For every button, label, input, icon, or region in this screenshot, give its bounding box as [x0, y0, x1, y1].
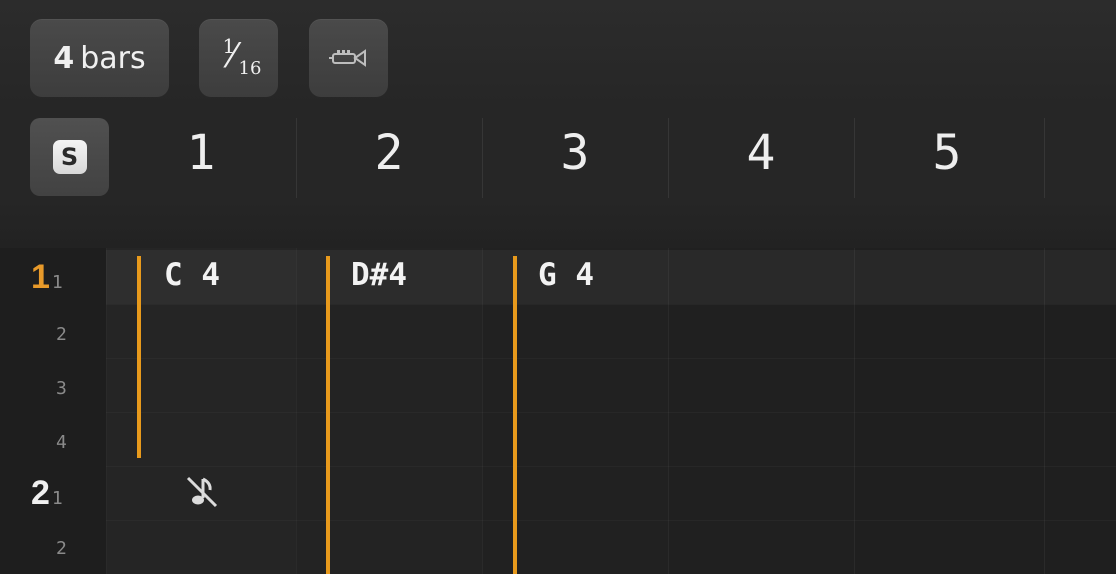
note-c4[interactable]: C 4	[164, 257, 220, 293]
note-duration-d-sharp-4[interactable]	[326, 256, 330, 574]
solo-button[interactable]: S	[30, 118, 109, 196]
column-header-3[interactable]: 3	[535, 125, 615, 181]
column-header-2[interactable]: 2	[349, 125, 429, 181]
row-beat: 1	[51, 272, 63, 293]
column-header-5[interactable]: 5	[907, 125, 987, 181]
row-beat: 2	[56, 324, 67, 345]
row-bar-2: 21	[31, 474, 63, 512]
row-beat: 2	[56, 538, 67, 559]
row-bar-1: 11	[31, 258, 63, 296]
column-header-4[interactable]: 4	[721, 125, 801, 181]
note-duration-c4[interactable]	[137, 256, 141, 458]
row-beat: 1	[51, 488, 63, 509]
solo-button-label: S	[52, 140, 87, 174]
instrument-button[interactable]	[309, 19, 388, 97]
row-beat: 4	[56, 432, 67, 453]
step-denominator: 16	[238, 58, 262, 79]
muted-note-icon[interactable]	[184, 474, 220, 510]
row-beat: 3	[56, 378, 67, 399]
note-duration-g4[interactable]	[513, 256, 517, 574]
loop-length-number: 4	[53, 40, 75, 76]
loop-length-button[interactable]: 4 bars	[30, 19, 169, 97]
step-size-fraction: 1 ⁄ 16	[222, 34, 262, 79]
column-header-1[interactable]: 1	[161, 125, 241, 181]
note-d-sharp-4[interactable]: D#4	[351, 257, 407, 293]
loop-length-unit: bars	[80, 40, 146, 76]
horn-icon	[328, 49, 366, 67]
step-size-button[interactable]: 1 ⁄ 16	[199, 19, 278, 97]
current-row-highlight	[106, 250, 1116, 304]
note-g4[interactable]: G 4	[538, 257, 594, 293]
